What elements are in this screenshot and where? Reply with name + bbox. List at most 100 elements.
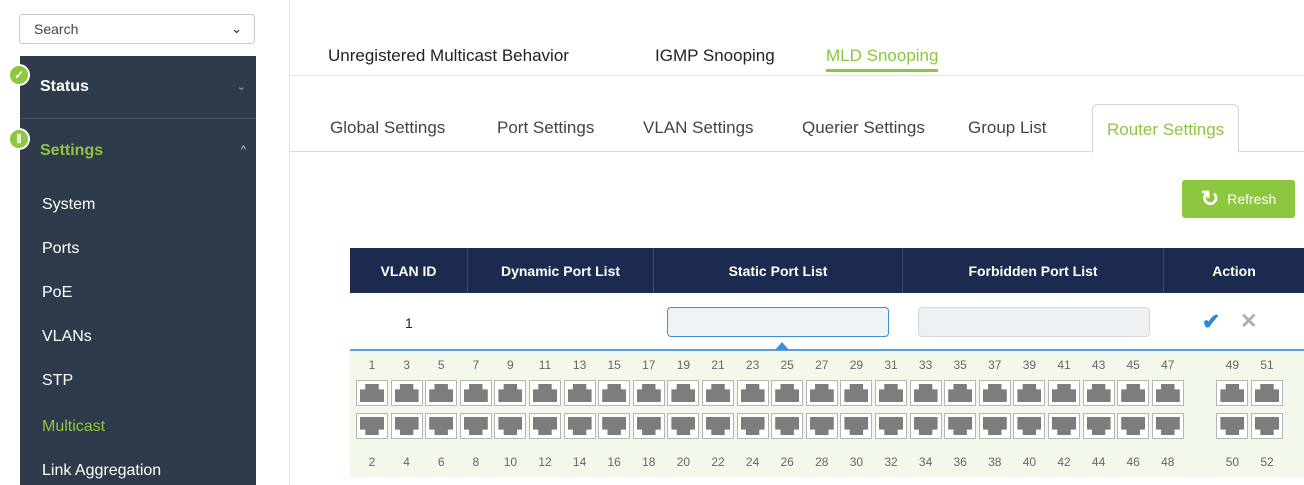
- tab-router-settings[interactable]: Router Settings: [1092, 104, 1240, 153]
- port-40[interactable]: [1013, 413, 1046, 439]
- port-41[interactable]: [1048, 380, 1080, 406]
- port-number-46: 46: [1126, 455, 1140, 469]
- port-35[interactable]: [944, 380, 977, 406]
- port-21[interactable]: [702, 380, 734, 406]
- sidebar-item-poe[interactable]: PoE: [42, 284, 72, 302]
- sidebar-item-ports[interactable]: Ports: [42, 240, 79, 258]
- port-18[interactable]: [632, 413, 665, 439]
- port-3[interactable]: [390, 380, 423, 406]
- port-38[interactable]: [978, 413, 1011, 439]
- refresh-button[interactable]: ↻ Refresh: [1182, 180, 1295, 218]
- nav-settings[interactable]: Settings ^: [20, 142, 256, 166]
- port-52[interactable]: [1251, 413, 1283, 439]
- checkmark-icon[interactable]: ✔: [1202, 309, 1220, 335]
- sidebar-item-vlans[interactable]: VLANs: [42, 328, 92, 346]
- port-45[interactable]: [1117, 380, 1150, 406]
- port-10[interactable]: [494, 413, 527, 439]
- port-12[interactable]: [529, 413, 561, 439]
- port-number-21: 21: [711, 358, 725, 372]
- tab-port-settings[interactable]: Port Settings: [497, 118, 594, 138]
- port-39[interactable]: [1013, 380, 1046, 406]
- port-49[interactable]: [1216, 380, 1249, 406]
- port-number-50: 50: [1225, 455, 1240, 469]
- vlan-id-cell: 1: [405, 315, 413, 331]
- forbidden-port-list-input[interactable]: [918, 307, 1150, 337]
- port-number-2: 2: [368, 455, 376, 469]
- port-25[interactable]: [771, 380, 804, 406]
- col-vlan-id: VLAN ID: [350, 248, 468, 293]
- port-6[interactable]: [425, 413, 458, 439]
- port-48[interactable]: [1151, 413, 1184, 439]
- port-16[interactable]: [598, 413, 631, 439]
- port-number-17: 17: [642, 358, 656, 372]
- tab-mld-snooping[interactable]: MLD Snooping: [826, 46, 939, 72]
- port-19[interactable]: [667, 380, 700, 406]
- port-number-45: 45: [1126, 358, 1140, 372]
- port-17[interactable]: [632, 380, 665, 406]
- port-5[interactable]: [425, 380, 458, 406]
- tab-global-settings[interactable]: Global Settings: [330, 118, 445, 138]
- port-23[interactable]: [736, 380, 769, 406]
- port-number-36: 36: [953, 455, 967, 469]
- port-4[interactable]: [390, 413, 423, 439]
- port-number-49: 49: [1225, 358, 1240, 372]
- port-13[interactable]: [563, 380, 596, 406]
- tab-querier-settings[interactable]: Querier Settings: [802, 118, 925, 138]
- port-number-22: 22: [711, 455, 725, 469]
- close-icon[interactable]: ✕: [1240, 309, 1258, 334]
- sidebar: Search ⌄ ✓ Status ⌄ ⫼ Settings ^ System …: [0, 0, 270, 485]
- port-number-1: 1: [368, 358, 376, 372]
- port-36[interactable]: [944, 413, 977, 439]
- port-2[interactable]: [356, 413, 388, 439]
- port-43[interactable]: [1082, 380, 1115, 406]
- port-14[interactable]: [563, 413, 596, 439]
- port-number-37: 37: [988, 358, 1002, 372]
- port-51[interactable]: [1251, 380, 1283, 406]
- search-dropdown[interactable]: Search ⌄: [19, 14, 255, 44]
- port-44[interactable]: [1082, 413, 1115, 439]
- nav-status[interactable]: Status ⌄: [20, 78, 256, 102]
- port-11[interactable]: [529, 380, 561, 406]
- port-32[interactable]: [875, 413, 907, 439]
- tab-unregistered-multicast[interactable]: Unregistered Multicast Behavior: [328, 46, 569, 66]
- port-number-43: 43: [1091, 358, 1106, 372]
- port-number-41: 41: [1057, 358, 1071, 372]
- tab-igmp-snooping[interactable]: IGMP Snooping: [655, 46, 775, 66]
- port-26[interactable]: [771, 413, 804, 439]
- port-number-25: 25: [780, 358, 794, 372]
- port-22[interactable]: [702, 413, 734, 439]
- port-29[interactable]: [840, 380, 873, 406]
- port-number-24: 24: [745, 455, 760, 469]
- port-37[interactable]: [978, 380, 1011, 406]
- col-dynamic-port-list: Dynamic Port List: [468, 248, 654, 293]
- tab-group-list[interactable]: Group List: [968, 118, 1046, 138]
- port-28[interactable]: [805, 413, 838, 439]
- port-8[interactable]: [459, 413, 492, 439]
- port-number-32: 32: [884, 455, 898, 469]
- port-9[interactable]: [494, 380, 527, 406]
- port-1[interactable]: [356, 380, 388, 406]
- port-50[interactable]: [1216, 413, 1249, 439]
- sidebar-item-multicast[interactable]: Multicast: [42, 418, 105, 436]
- port-42[interactable]: [1048, 413, 1080, 439]
- port-31[interactable]: [875, 380, 907, 406]
- static-port-list-input[interactable]: [667, 307, 889, 337]
- port-20[interactable]: [667, 413, 700, 439]
- port-number-6: 6: [437, 455, 445, 469]
- tab-vlan-settings[interactable]: VLAN Settings: [643, 118, 754, 138]
- sidebar-item-system[interactable]: System: [42, 196, 95, 214]
- port-15[interactable]: [598, 380, 631, 406]
- sidebar-item-stp[interactable]: STP: [42, 372, 73, 390]
- col-static-port-list: Static Port List: [654, 248, 903, 293]
- port-33[interactable]: [909, 380, 942, 406]
- port-7[interactable]: [459, 380, 492, 406]
- port-34[interactable]: [909, 413, 942, 439]
- port-47[interactable]: [1151, 380, 1184, 406]
- port-30[interactable]: [840, 413, 873, 439]
- port-24[interactable]: [736, 413, 769, 439]
- port-number-29: 29: [849, 358, 864, 372]
- sidebar-item-link-aggregation[interactable]: Link Aggregation: [42, 462, 161, 480]
- port-46[interactable]: [1117, 413, 1150, 439]
- port-number-52: 52: [1260, 455, 1274, 469]
- port-27[interactable]: [805, 380, 838, 406]
